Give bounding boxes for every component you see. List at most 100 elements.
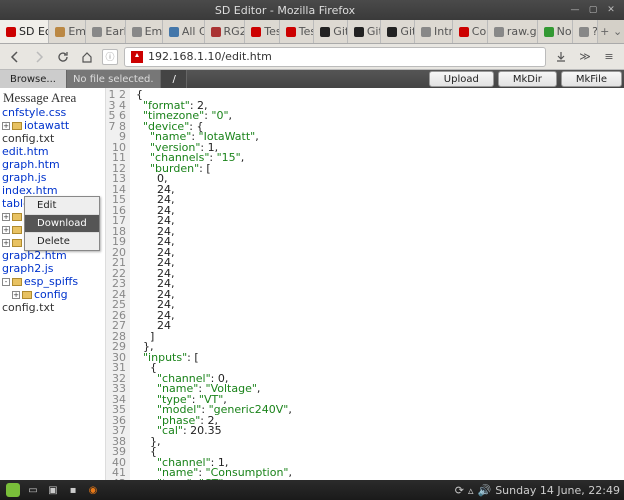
tab-favicon-icon	[55, 27, 65, 37]
context-menu-item[interactable]: Download	[25, 215, 99, 233]
browser-tab[interactable]: Gitl	[314, 20, 348, 43]
browser-toolbar: ⓘ ≫ ≡	[0, 44, 624, 70]
browser-tab[interactable]: All CT	[163, 20, 205, 43]
tab-label: Intro	[434, 25, 453, 38]
overflow-icon[interactable]: ≫	[576, 48, 594, 66]
tree-label[interactable]: config	[34, 288, 68, 301]
tab-label: Early	[105, 25, 125, 38]
browser-tab[interactable]: Tesl	[280, 20, 315, 43]
code-area[interactable]: { "format": 2, "timezone": "0", "device"…	[130, 88, 624, 480]
browser-tab[interactable]: ?	[573, 20, 598, 43]
save-icon[interactable]	[552, 48, 570, 66]
tab-label: Emo	[68, 25, 86, 38]
tree-item[interactable]: graph2.js	[2, 262, 105, 275]
app-toolbar: Browse... No file selected. / Upload MkD…	[0, 70, 624, 88]
upload-button[interactable]: Upload	[429, 71, 494, 87]
expand-icon[interactable]: +	[2, 122, 10, 130]
context-menu-item[interactable]: Edit	[25, 197, 99, 215]
tree-label[interactable]: cnfstyle.css	[2, 106, 66, 119]
url-bar[interactable]	[124, 47, 546, 67]
tree-label[interactable]: iotawatt	[24, 119, 69, 132]
expand-icon[interactable]: +	[2, 213, 10, 221]
folder-icon	[12, 278, 22, 286]
browser-tab[interactable]: Early	[86, 20, 125, 43]
expand-icon[interactable]: +	[2, 239, 10, 247]
browser-tab[interactable]: Nod	[538, 20, 573, 43]
browser-tab[interactable]: Intro	[415, 20, 453, 43]
tree-label[interactable]: config.txt	[2, 301, 54, 314]
expand-icon[interactable]: +	[2, 226, 10, 234]
expand-icon[interactable]: +	[12, 291, 20, 299]
show-desktop-icon[interactable]: ▭	[24, 482, 42, 498]
os-titlebar: SD Editor - Mozilla Firefox — ▢ ✕	[0, 0, 624, 20]
tree-item[interactable]: graph.htm	[2, 158, 105, 171]
firefox-icon[interactable]: ◉	[84, 482, 102, 498]
minimize-icon[interactable]: —	[568, 3, 582, 17]
tray-icon[interactable]: ⟳	[455, 484, 464, 497]
folder-icon	[12, 239, 22, 247]
browser-tab[interactable]: Emo	[49, 20, 86, 43]
tree-label[interactable]: graph.htm	[2, 158, 60, 171]
tab-favicon-icon	[286, 27, 296, 37]
browser-tab[interactable]: Gitl	[348, 20, 382, 43]
tree-label[interactable]: edit.htm	[2, 145, 49, 158]
browser-tab[interactable]: Con	[453, 20, 488, 43]
tree-label[interactable]: graph.js	[2, 171, 46, 184]
context-menu: EditDownloadDelete	[24, 196, 100, 251]
folder-icon	[12, 122, 22, 130]
reload-button[interactable]	[54, 48, 72, 66]
tree-item[interactable]: + iotawatt	[2, 119, 105, 132]
browser-tab[interactable]: raw.gith	[488, 20, 538, 43]
tab-label: Tesl	[264, 25, 280, 38]
tree-item[interactable]: - esp_spiffs	[2, 275, 105, 288]
new-tab-button[interactable]: +	[598, 20, 611, 43]
tree-label[interactable]: graph2.js	[2, 262, 53, 275]
tab-favicon-icon	[169, 27, 179, 37]
menu-icon[interactable]: ≡	[600, 48, 618, 66]
home-button[interactable]	[78, 48, 96, 66]
tab-favicon-icon	[421, 27, 431, 37]
network-icon[interactable]: ▵	[468, 484, 474, 497]
tree-item[interactable]: cnfstyle.css	[2, 106, 105, 119]
browser-tab[interactable]: Gitl	[381, 20, 415, 43]
files-icon[interactable]: ▣	[44, 482, 62, 498]
maximize-icon[interactable]: ▢	[586, 3, 600, 17]
tab-list-button[interactable]: ⌄	[611, 20, 624, 43]
tab-label: raw.gith	[507, 25, 538, 38]
mkfile-button[interactable]: MkFile	[561, 71, 622, 87]
mkdir-button[interactable]: MkDir	[498, 71, 557, 87]
tree-item[interactable]: edit.htm	[2, 145, 105, 158]
tree-item[interactable]: + config	[2, 288, 105, 301]
path-input[interactable]: /	[161, 70, 187, 88]
start-menu-icon[interactable]	[4, 482, 22, 498]
browser-tab[interactable]: Emp	[126, 20, 163, 43]
folder-icon	[12, 226, 22, 234]
tab-label: Gitl	[400, 25, 415, 38]
back-button[interactable]	[6, 48, 24, 66]
tab-label: Emp	[145, 25, 163, 38]
browser-tab[interactable]: RG26	[205, 20, 246, 43]
browser-tab[interactable]: Tesl	[245, 20, 280, 43]
tree-item[interactable]: config.txt	[2, 132, 105, 145]
forward-button[interactable]	[30, 48, 48, 66]
context-menu-item[interactable]: Delete	[25, 233, 99, 250]
tree-label[interactable]: esp_spiffs	[24, 275, 78, 288]
tree-item[interactable]: config.txt	[2, 301, 105, 314]
url-shield-icon[interactable]: ⓘ	[102, 49, 118, 65]
url-input[interactable]	[148, 50, 539, 63]
browse-button[interactable]: Browse...	[0, 70, 67, 88]
terminal-icon[interactable]: ▪	[64, 482, 82, 498]
tab-label: Tesl	[299, 25, 315, 38]
folder-icon	[22, 291, 32, 299]
close-icon[interactable]: ✕	[604, 3, 618, 17]
expand-icon[interactable]: -	[2, 278, 10, 286]
tab-label: Gitl	[367, 25, 382, 38]
browser-tab[interactable]: SD Ed✕	[0, 20, 49, 43]
code-editor[interactable]: 1 2 3 4 5 6 7 8 9 10 11 12 13 14 15 16 1…	[106, 88, 624, 480]
tree-item[interactable]: graph.js	[2, 171, 105, 184]
tab-label: Gitl	[333, 25, 348, 38]
tree-label[interactable]: config.txt	[2, 132, 54, 145]
clock[interactable]: Sunday 14 June, 22:49	[495, 484, 620, 497]
volume-icon[interactable]: 🔊	[477, 484, 491, 497]
tab-favicon-icon	[92, 27, 102, 37]
